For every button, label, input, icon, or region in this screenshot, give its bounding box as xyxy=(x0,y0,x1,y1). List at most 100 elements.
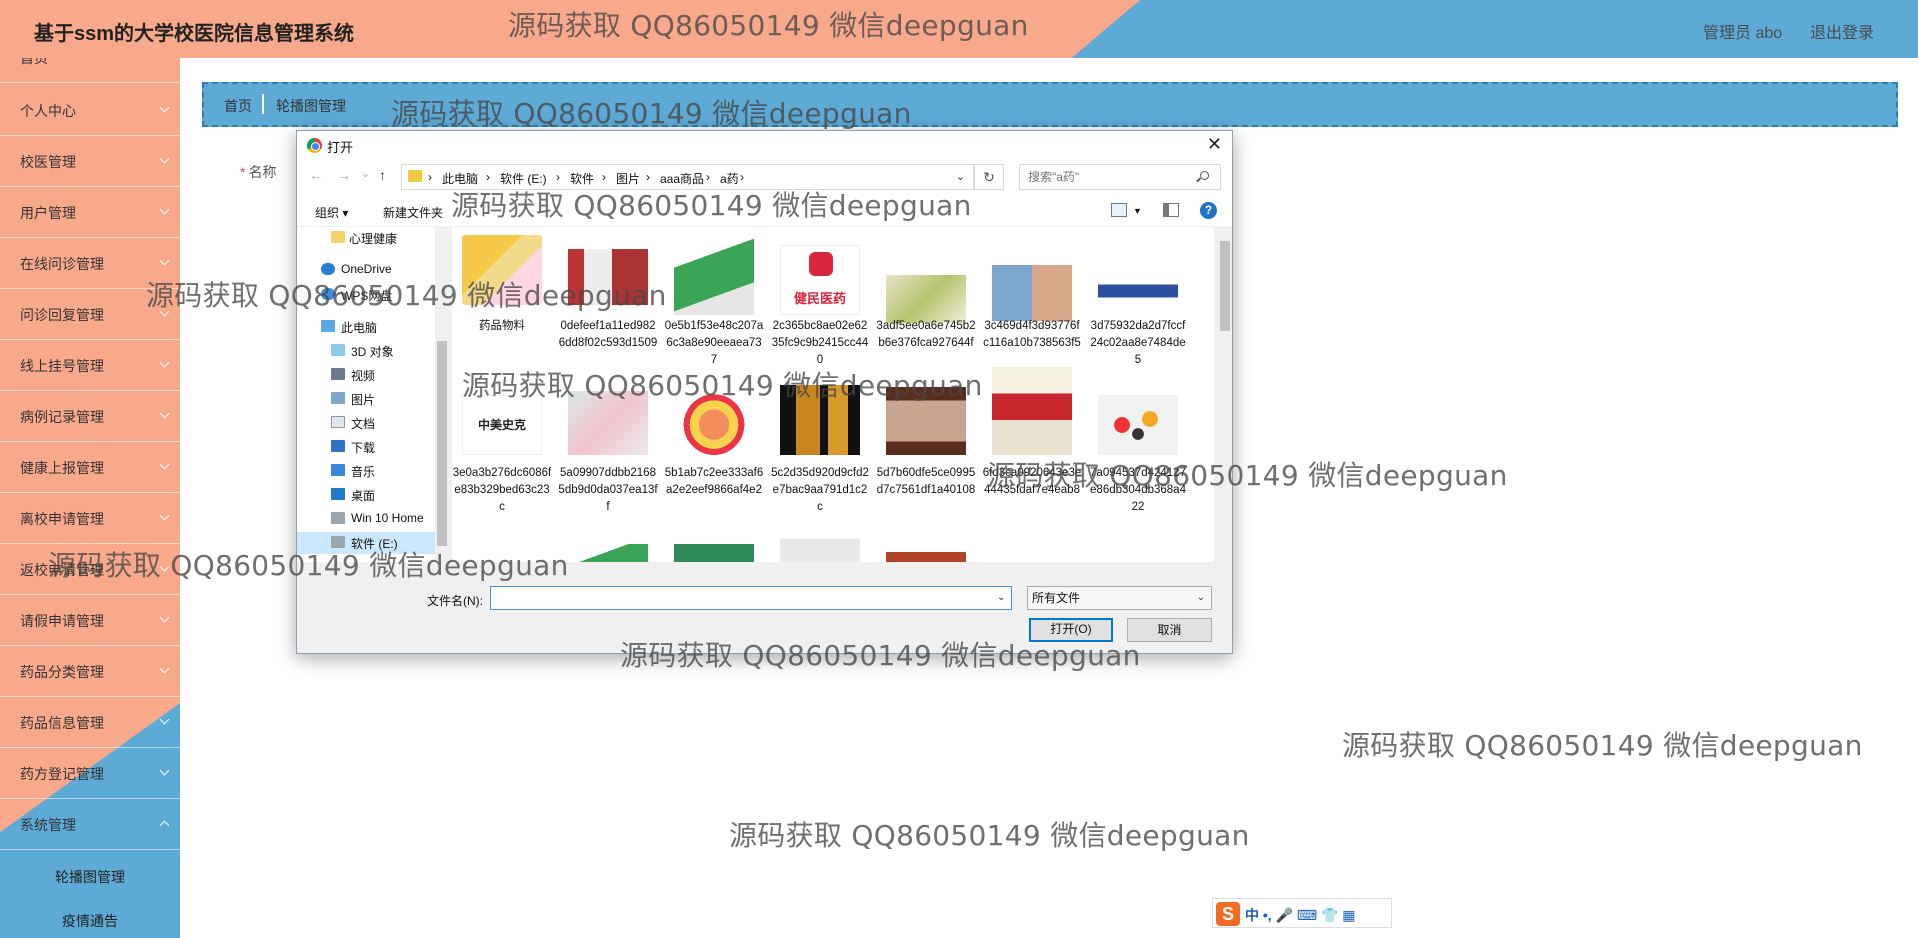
help-icon[interactable]: ? xyxy=(1200,202,1217,219)
address-separator: › xyxy=(706,170,710,184)
chevron-down-icon xyxy=(159,255,170,266)
file-type-filter[interactable]: 所有文件 ⌄ xyxy=(1027,586,1212,610)
file-type-value: 所有文件 xyxy=(1032,591,1081,605)
sidebar-item-users[interactable]: 用户管理 xyxy=(0,188,180,238)
image-thumbnail[interactable] xyxy=(568,544,648,562)
sidebar-item-case-records[interactable]: 病例记录管理 xyxy=(0,392,180,442)
sidebar-subitem-notice[interactable]: 疫情通告 xyxy=(0,899,180,938)
tree-item-label: 图片 xyxy=(351,393,376,407)
chevron-down-icon xyxy=(159,153,170,164)
chevron-down-icon[interactable]: ⌄ xyxy=(997,586,1005,610)
sidebar-item-label: 系统管理 xyxy=(20,817,76,833)
sidebar: 首页 个人中心 校医管理 用户管理 在线问诊管理 问诊回复管理 线上挂号管理 病… xyxy=(0,58,180,938)
sidebar-item-drug-category[interactable]: 药品分类管理 xyxy=(0,647,180,697)
sidebar-item-leave-school[interactable]: 离校申请管理 xyxy=(0,494,180,544)
sidebar-subitem-carousel[interactable]: 轮播图管理 xyxy=(0,855,180,899)
tree-item[interactable]: 下载 xyxy=(297,436,437,458)
tree-item[interactable]: 视频 xyxy=(297,364,437,386)
forward-icon[interactable]: → xyxy=(337,167,351,183)
tree-item-label: 此电脑 xyxy=(341,321,378,335)
chevron-down-icon[interactable]: ⌄ xyxy=(956,170,965,183)
file-name: 0e5b1f53e48c207a6c3a8e90eeaea737 xyxy=(664,320,764,366)
tree-item[interactable]: 此电脑 xyxy=(297,316,437,338)
up-icon[interactable]: ↑ xyxy=(379,167,386,183)
name-field-label: * 名称 xyxy=(240,162,276,182)
sidebar-item-health-report[interactable]: 健康上报管理 xyxy=(0,443,180,493)
image-thumbnail[interactable] xyxy=(886,552,966,562)
organize-button[interactable]: 组织 ▾ xyxy=(315,204,348,221)
file-name: 5c2d35d920d9cfd2e7bac9aa791d1c2c xyxy=(771,467,869,513)
chevron-down-icon xyxy=(159,459,170,470)
sidebar-item-label: 校医管理 xyxy=(20,154,76,170)
drive-icon xyxy=(331,512,345,524)
sidebar-item-leave-request[interactable]: 请假申请管理 xyxy=(0,596,180,646)
sidebar-item-prescription[interactable]: 药方登记管理 xyxy=(0,749,180,799)
sogou-logo-icon: S xyxy=(1216,902,1240,926)
chevron-down-icon[interactable]: ▼ xyxy=(1133,206,1142,216)
filename-input[interactable] xyxy=(490,586,1012,610)
sidebar-item-registration[interactable]: 线上挂号管理 xyxy=(0,341,180,391)
tree-item[interactable]: 心理健康 xyxy=(297,227,437,249)
app-title: 基于ssm的大学校医院信息管理系统 xyxy=(34,23,355,45)
sidebar-item-label: 离校申请管理 xyxy=(20,511,104,527)
watermark: 源码获取 QQ86050149 微信deepguan xyxy=(508,9,1029,42)
sidebar-item-personal-center[interactable]: 个人中心 xyxy=(0,86,180,136)
chevron-down-icon xyxy=(159,102,170,113)
chevron-down-icon xyxy=(159,408,170,419)
image-thumbnail xyxy=(674,235,754,315)
preview-pane-icon[interactable] xyxy=(1163,203,1179,217)
breadcrumb-home[interactable]: 首页 xyxy=(224,96,252,116)
tree-item[interactable]: 图片 xyxy=(297,388,437,410)
file-name: 2c365bc8ae02e6235fc9c9b2415cc440 xyxy=(771,320,869,366)
download-icon xyxy=(331,440,345,452)
sidebar-item-doctors[interactable]: 校医管理 xyxy=(0,137,180,187)
document-icon xyxy=(331,416,345,428)
watermark: 源码获取 QQ86050149 微信deepguan xyxy=(451,189,972,222)
dialog-title: 打开 xyxy=(327,140,354,155)
tree-item[interactable]: 文档 xyxy=(297,412,437,434)
chevron-down-icon xyxy=(159,714,170,725)
refresh-icon[interactable]: ↻ xyxy=(974,164,1004,190)
image-thumbnail xyxy=(886,275,966,323)
tree-item[interactable]: 桌面 xyxy=(297,484,437,506)
sidebar-item-system[interactable]: 系统管理 xyxy=(0,800,180,850)
file-name: 5b1ab7c2ee333af6a2e2eef9866af4e2 xyxy=(664,467,764,496)
recent-locations-icon[interactable]: ⌄ xyxy=(361,167,370,180)
file-name: 0defeef1a11ed9826dd8f02c593d1509 xyxy=(558,320,658,349)
search-input[interactable] xyxy=(1019,164,1221,190)
watermark: 源码获取 QQ86050149 微信deepguan xyxy=(987,459,1508,492)
image-thumbnail[interactable] xyxy=(674,544,754,562)
tree-item[interactable]: 3D 对象 xyxy=(297,340,437,362)
file-grid-scrollbar-thumb[interactable] xyxy=(1220,241,1230,331)
tree-scrollbar-thumb[interactable] xyxy=(437,341,447,546)
close-icon[interactable]: ✕ xyxy=(1207,134,1222,155)
logout-link[interactable]: 退出登录 xyxy=(1810,19,1874,43)
chevron-down-icon xyxy=(159,510,170,521)
sidebar-item-drug-info[interactable]: 药品信息管理 xyxy=(0,698,180,748)
tree-item-label: Win 10 Home xyxy=(351,511,424,525)
address-separator: › xyxy=(646,170,650,184)
watermark: 源码获取 QQ86050149 微信deepguan xyxy=(391,97,912,130)
image-thumbnail xyxy=(992,265,1072,321)
address-separator: › xyxy=(486,170,490,184)
ime-toolbar[interactable]: S 中 •, 🎤 ⌨ 👕 ▦ xyxy=(1212,898,1392,928)
back-icon[interactable]: ← xyxy=(309,167,323,183)
image-thumbnail[interactable] xyxy=(780,539,860,562)
chevron-up-icon xyxy=(159,820,170,831)
music-icon xyxy=(331,464,345,476)
image-thumbnail: 健民医药 xyxy=(780,245,860,315)
view-options-icon[interactable] xyxy=(1111,203,1127,217)
thumbnail-text: 中美史克 xyxy=(477,418,526,432)
required-mark: * xyxy=(240,164,246,180)
search-icon[interactable] xyxy=(1200,171,1209,180)
new-folder-button[interactable]: 新建文件夹 xyxy=(383,204,443,221)
folder-icon xyxy=(408,170,422,182)
sidebar-item-label: 个人中心 xyxy=(20,103,76,119)
chevron-down-icon xyxy=(159,357,170,368)
tree-item[interactable]: 音乐 xyxy=(297,460,437,482)
address-separator: › xyxy=(556,170,560,184)
sidebar-item-home[interactable]: 首页 xyxy=(0,58,180,83)
tree-item[interactable]: Win 10 Home xyxy=(297,508,437,530)
current-user: 管理员 abo xyxy=(1703,25,1783,42)
sidebar-item-label: 请假申请管理 xyxy=(20,613,104,629)
